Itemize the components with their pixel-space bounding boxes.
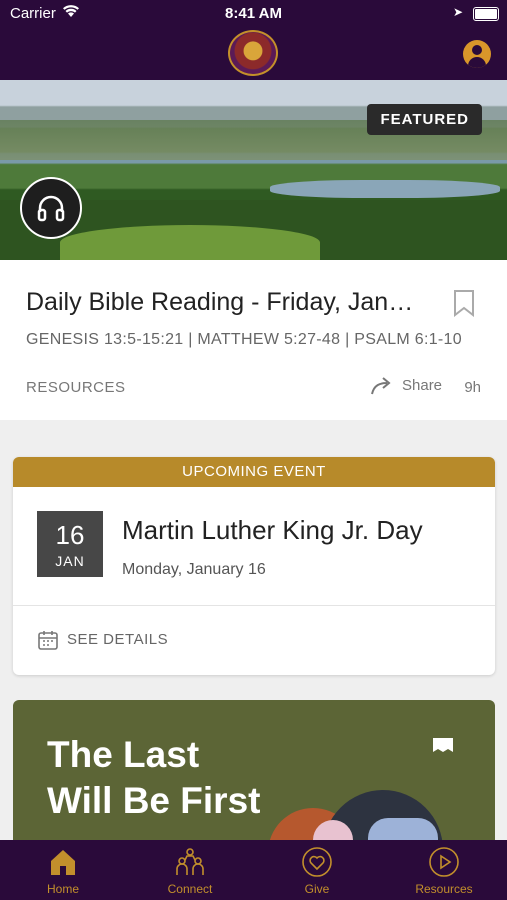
hero-grass [60, 225, 320, 260]
see-details-button[interactable]: SEE DETAILS [37, 629, 168, 651]
people-icon [176, 848, 204, 875]
top-navbar [0, 28, 507, 80]
status-bar: Carrier 8:41 AM ➤ [0, 0, 507, 28]
event-banner: UPCOMING EVENT [13, 457, 495, 487]
divider [13, 605, 495, 606]
tab-connect[interactable]: Connect [140, 846, 240, 896]
featured-image[interactable]: FEATURED [0, 80, 507, 260]
tab-home-label: Home [46, 882, 79, 896]
profile-icon[interactable] [463, 40, 491, 68]
event-title[interactable]: Martin Luther King Jr. Day [122, 515, 423, 546]
scripture-references: GENESIS 13:5-15:21 | MATTHEW 5:27-48 | P… [26, 331, 462, 348]
promo-line-1: The Last [47, 734, 200, 775]
clock: 8:41 AM [225, 5, 282, 22]
bookmark-icon[interactable] [453, 289, 475, 322]
tab-resources-label: Resources [415, 882, 473, 896]
tab-resources[interactable]: Resources [394, 846, 494, 896]
home-icon [51, 850, 75, 875]
tab-give-label: Give [304, 882, 330, 896]
promo-line-2: Will Be First [47, 780, 261, 821]
sermon-series-card[interactable]: The Last Will Be First [13, 700, 495, 850]
calendar-icon [38, 631, 58, 650]
event-day: 16 [55, 520, 85, 550]
bookmark-flag-icon[interactable] [431, 736, 455, 763]
event-date-badge: 16 JAN [37, 511, 103, 577]
tab-home[interactable]: Home [13, 846, 113, 896]
battery-icon [473, 7, 499, 21]
article-title[interactable]: Daily Bible Reading - Friday, January 13 [26, 288, 426, 317]
post-age: 9h [464, 379, 481, 396]
church-logo[interactable] [228, 30, 278, 76]
location-icon: ➤ [452, 5, 463, 19]
hero-lake [270, 180, 500, 198]
bottom-tab-bar: Home Connect Give Resources [0, 840, 507, 900]
share-label: Share [402, 376, 443, 394]
tab-connect-label: Connect [167, 882, 213, 896]
promo-headline: The Last Will Be First [47, 732, 260, 824]
category-label[interactable]: RESOURCES [26, 379, 126, 396]
play-icon [429, 847, 459, 877]
heart-icon [302, 847, 332, 877]
featured-article-card[interactable]: Daily Bible Reading - Friday, January 13… [0, 260, 507, 420]
event-date-text: Monday, January 16 [122, 561, 266, 578]
upcoming-event-card[interactable]: UPCOMING EVENT 16 JAN Martin Luther King… [13, 457, 495, 675]
event-month: JAN [55, 553, 85, 569]
headphones-icon[interactable] [20, 177, 82, 239]
featured-badge: FEATURED [367, 104, 482, 135]
see-details-label: SEE DETAILS [67, 630, 169, 648]
share-button[interactable]: Share [370, 376, 442, 396]
tab-give[interactable]: Give [267, 846, 367, 896]
share-icon [371, 377, 391, 395]
